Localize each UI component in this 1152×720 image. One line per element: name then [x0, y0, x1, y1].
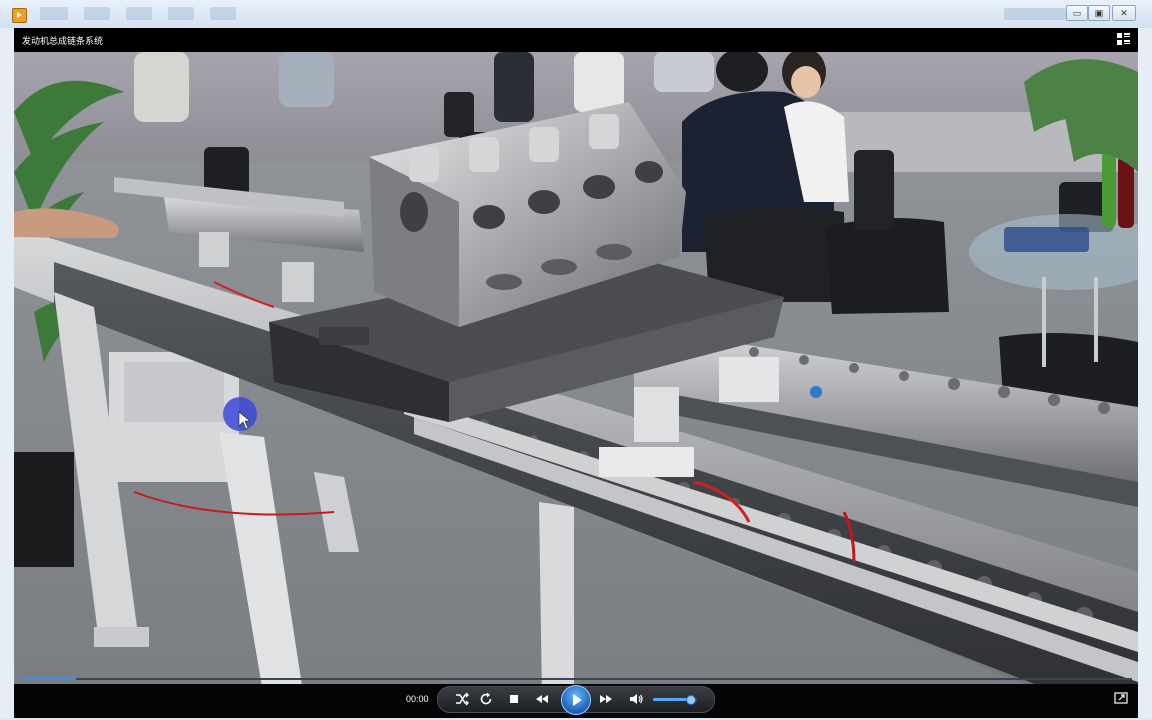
- video-title: 发动机总成链条系统: [22, 36, 104, 46]
- fast-forward-icon[interactable]: [598, 691, 614, 707]
- window-right-border: [1138, 28, 1152, 718]
- volume-slider[interactable]: [653, 695, 697, 705]
- close-button[interactable]: ✕: [1112, 5, 1136, 21]
- menu-item-1[interactable]: [40, 7, 68, 20]
- play-icon[interactable]: [561, 685, 591, 715]
- media-player: 发动机总成链条系统 00:00: [14, 28, 1138, 718]
- minimize-button[interactable]: ▭: [1066, 5, 1088, 21]
- window-title-area: [1004, 8, 1066, 20]
- time-display: 00:00: [406, 694, 429, 704]
- maximize-button[interactable]: ▣: [1088, 5, 1110, 21]
- control-bar: 00:00: [14, 684, 1138, 718]
- menu-item-3[interactable]: [126, 7, 152, 20]
- playlist-icon[interactable]: [1117, 33, 1130, 45]
- video-frame[interactable]: [14, 52, 1138, 699]
- menu-item-4[interactable]: [168, 7, 194, 20]
- window-left-border: [0, 28, 14, 718]
- player-app-icon[interactable]: [12, 8, 27, 23]
- player-header: 发动机总成链条系统: [14, 28, 1138, 52]
- rewind-icon[interactable]: [534, 691, 550, 707]
- volume-icon[interactable]: [628, 691, 644, 707]
- control-pill: [437, 685, 715, 715]
- video-scene: [14, 52, 1138, 699]
- shuffle-icon[interactable]: [454, 691, 470, 707]
- stop-icon[interactable]: [506, 691, 522, 707]
- window-titlebar: ▭ ▣ ✕: [0, 0, 1152, 29]
- menu-bar: [40, 7, 236, 20]
- volume-slider-fill: [653, 698, 691, 701]
- seek-bar-fill: [20, 678, 76, 680]
- seek-bar[interactable]: [20, 678, 1132, 680]
- repeat-icon[interactable]: [478, 691, 494, 707]
- volume-slider-knob[interactable]: [686, 695, 697, 705]
- menu-item-2[interactable]: [84, 7, 110, 20]
- fullscreen-icon[interactable]: [1114, 692, 1128, 704]
- menu-item-5[interactable]: [210, 7, 236, 20]
